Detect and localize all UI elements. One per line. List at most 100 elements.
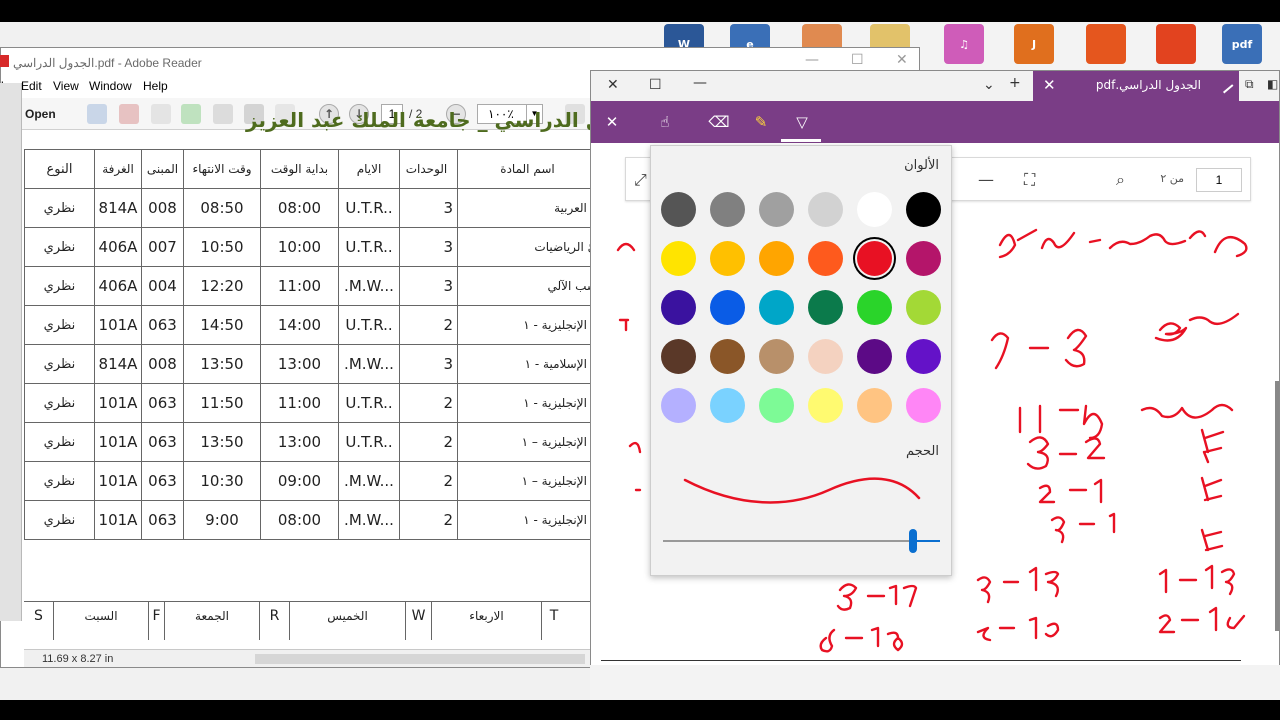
size-slider-thumb[interactable] bbox=[909, 529, 917, 553]
color-swatch[interactable] bbox=[857, 339, 892, 374]
cell-end: 13:50 bbox=[183, 344, 261, 384]
cell-bld: 063 bbox=[141, 461, 184, 501]
cell-units: 2 bbox=[399, 422, 458, 462]
schedule-body: نظري 814A 008 08:50 08:00 U.T.R.. 3 ة العربية نظ… bbox=[24, 188, 598, 540]
color-swatch[interactable] bbox=[759, 388, 794, 423]
color-swatch[interactable] bbox=[906, 339, 941, 374]
color-swatch[interactable] bbox=[759, 339, 794, 374]
color-swatch[interactable] bbox=[808, 290, 843, 325]
color-swatch[interactable] bbox=[661, 290, 696, 325]
save-icon[interactable] bbox=[213, 104, 233, 124]
header-building: المبنى bbox=[141, 149, 184, 189]
menu-view[interactable]: View bbox=[53, 79, 79, 93]
cell-bld: 007 bbox=[141, 227, 184, 267]
cell-room: 101A bbox=[94, 422, 142, 462]
cell-start: 11:00 bbox=[260, 383, 339, 423]
day-code: S bbox=[24, 602, 54, 640]
cell-units: 2 bbox=[399, 383, 458, 423]
day-name: الاربعاء bbox=[432, 602, 542, 640]
itunes-icon[interactable]: ♫ bbox=[944, 24, 984, 64]
color-swatch[interactable] bbox=[710, 290, 745, 325]
cell-units: 2 bbox=[399, 461, 458, 501]
cell-type: نظري bbox=[24, 383, 95, 423]
combine-icon[interactable] bbox=[119, 104, 139, 124]
cell-units: 2 bbox=[399, 305, 458, 345]
office-icon[interactable] bbox=[1156, 24, 1196, 64]
menu-help[interactable]: Help bbox=[143, 79, 168, 93]
edge-pdf-icon[interactable]: pdf bbox=[1222, 24, 1262, 64]
size-slider-track[interactable] bbox=[663, 540, 940, 542]
color-swatch[interactable] bbox=[710, 192, 745, 227]
cell-bld: 063 bbox=[141, 422, 184, 462]
table-row: نظري 814A 008 13:50 13:00 .M.W... 3 ة الإسلامية… bbox=[24, 344, 598, 384]
cell-units: 3 bbox=[399, 188, 458, 228]
color-swatch[interactable] bbox=[857, 388, 892, 423]
color-swatch[interactable] bbox=[906, 241, 941, 276]
color-swatch[interactable] bbox=[906, 388, 941, 423]
cell-days: U.T.R.. bbox=[338, 305, 400, 345]
color-swatch[interactable] bbox=[808, 192, 843, 227]
navigation-pane bbox=[0, 83, 22, 621]
color-swatch[interactable] bbox=[661, 241, 696, 276]
header-end-time: وقت الانتهاء bbox=[183, 149, 261, 189]
cell-type: نظري bbox=[24, 266, 95, 306]
cell-start: 13:00 bbox=[260, 422, 339, 462]
cell-end: 9:00 bbox=[183, 500, 261, 540]
upload-icon[interactable] bbox=[181, 104, 201, 124]
create-pdf-icon[interactable] bbox=[87, 104, 107, 124]
edit-icon[interactable] bbox=[151, 104, 171, 124]
color-swatch[interactable] bbox=[808, 339, 843, 374]
color-swatch[interactable] bbox=[759, 192, 794, 227]
header-days: الايام bbox=[338, 149, 400, 189]
cell-days: .M.W... bbox=[338, 461, 400, 501]
cell-bld: 063 bbox=[141, 305, 184, 345]
cell-days: .M.W... bbox=[338, 266, 400, 306]
color-swatch[interactable] bbox=[710, 388, 745, 423]
cell-room: 101A bbox=[94, 500, 142, 540]
cell-name: ة الإنجليزية - ١ bbox=[457, 305, 598, 345]
color-swatch[interactable] bbox=[857, 290, 892, 325]
menu-window[interactable]: Window bbox=[89, 79, 132, 93]
days-legend: S السبت F الجمعة R الخميس W الاربعاء T bbox=[24, 601, 590, 640]
cell-end: 10:50 bbox=[183, 227, 261, 267]
cell-units: 3 bbox=[399, 227, 458, 267]
cell-type: نظري bbox=[24, 344, 95, 384]
maximize-icon[interactable]: ☐ bbox=[851, 52, 864, 68]
header-room: الغرفة bbox=[94, 149, 142, 189]
color-swatch[interactable] bbox=[808, 241, 843, 276]
firefox-icon[interactable] bbox=[1086, 24, 1126, 64]
color-swatch[interactable] bbox=[710, 339, 745, 374]
color-swatch[interactable] bbox=[661, 339, 696, 374]
color-swatch[interactable] bbox=[661, 192, 696, 227]
color-swatch[interactable] bbox=[808, 388, 843, 423]
cell-end: 08:50 bbox=[183, 188, 261, 228]
table-row: نظري 101A 063 11:50 11:00 U.T.R.. 2 ة الإنجليزي… bbox=[24, 383, 598, 423]
icon-glyph: J bbox=[1031, 37, 1037, 51]
cell-name: ة العربية bbox=[457, 188, 598, 228]
color-swatch[interactable] bbox=[710, 241, 745, 276]
close-icon[interactable]: ✕ bbox=[896, 52, 908, 68]
java-icon[interactable]: J bbox=[1014, 24, 1054, 64]
cell-name: ة الإسلامية - ١ bbox=[457, 344, 598, 384]
color-swatch[interactable] bbox=[857, 192, 892, 227]
menu-edit[interactable]: Edit bbox=[21, 79, 42, 93]
schedule-table: النوع الغرفة المبنى وقت الانتهاء بداية ا… bbox=[24, 149, 598, 540]
cell-end: 10:30 bbox=[183, 461, 261, 501]
cell-name: ة الإنجليزية - ١ bbox=[457, 500, 598, 540]
horizontal-scrollbar[interactable] bbox=[255, 654, 585, 664]
color-swatch[interactable] bbox=[759, 290, 794, 325]
color-swatch[interactable] bbox=[906, 290, 941, 325]
cell-days: U.T.R.. bbox=[338, 422, 400, 462]
cell-name: سب الآلي bbox=[457, 266, 598, 306]
color-swatch[interactable] bbox=[661, 388, 696, 423]
table-row: نظري 406A 004 12:20 11:00 .M.W... 3 سب الآلي bbox=[24, 266, 598, 306]
minimize-icon[interactable]: — bbox=[805, 52, 819, 68]
cell-units: 2 bbox=[399, 500, 458, 540]
color-swatch[interactable] bbox=[906, 192, 941, 227]
bottom-bar bbox=[0, 700, 1280, 720]
table-row: نظري 406A 007 10:50 10:00 U.T.R.. 3 ئ الرياضيات bbox=[24, 227, 598, 267]
color-swatch[interactable] bbox=[759, 241, 794, 276]
table-row: نظري 101A 063 10:30 09:00 .M.W... 2 ة الإنجليزي… bbox=[24, 461, 598, 501]
table-row: نظري 814A 008 08:50 08:00 U.T.R.. 3 ة العربية bbox=[24, 188, 598, 228]
color-swatch[interactable] bbox=[857, 241, 892, 276]
